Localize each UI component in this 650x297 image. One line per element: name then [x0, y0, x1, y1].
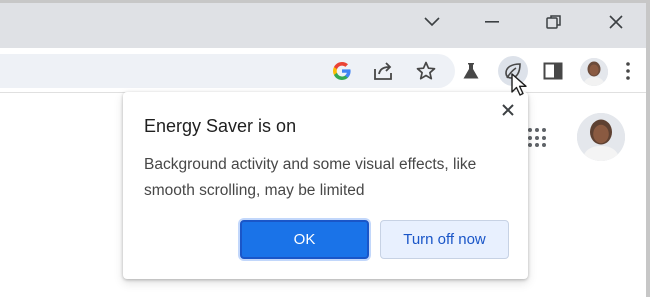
close-icon: [502, 104, 514, 116]
minimize-button[interactable]: [472, 6, 512, 38]
mouse-cursor: [510, 72, 530, 103]
toolbar: [0, 48, 646, 93]
chevron-down-icon: [424, 17, 440, 27]
close-window-button[interactable]: [596, 6, 636, 38]
turn-off-now-button[interactable]: Turn off now: [380, 220, 509, 259]
tab-search-button[interactable]: [412, 6, 452, 38]
google-icon: [333, 62, 351, 80]
person-photo-icon: [577, 113, 625, 161]
frame-top-edge: [0, 0, 650, 3]
frame-right-edge: [646, 0, 650, 297]
restore-icon: [546, 15, 561, 29]
page-account-avatar[interactable]: [577, 113, 625, 161]
more-menu-icon: [626, 62, 630, 80]
ok-button[interactable]: OK: [240, 220, 369, 259]
google-lens-button[interactable]: [327, 56, 357, 86]
bubble-close-button[interactable]: [499, 101, 517, 119]
bookmark-star-icon: [416, 61, 436, 80]
person-photo-icon: [580, 58, 608, 86]
close-icon: [609, 15, 623, 29]
more-menu-button[interactable]: [620, 56, 636, 86]
share-icon: [374, 62, 392, 80]
restore-button[interactable]: [534, 6, 574, 38]
profile-avatar[interactable]: [580, 58, 608, 86]
apps-grid-icon[interactable]: [528, 128, 548, 148]
side-panel-icon: [543, 62, 563, 80]
bubble-title: Energy Saver is on: [144, 116, 297, 136]
labs-flask-icon: [463, 63, 479, 79]
title-bar: [0, 0, 646, 48]
cursor-arrow-icon: [511, 73, 527, 96]
minimize-icon: [485, 21, 499, 23]
side-panel-button[interactable]: [538, 56, 568, 86]
bubble-description: Background activity and some visual effe…: [144, 156, 477, 199]
chrome-labs-button[interactable]: [456, 56, 486, 86]
energy-saver-bubble: Energy Saver is on Background activity a…: [123, 92, 528, 279]
share-button[interactable]: [369, 56, 399, 86]
bookmark-button[interactable]: [411, 56, 441, 86]
